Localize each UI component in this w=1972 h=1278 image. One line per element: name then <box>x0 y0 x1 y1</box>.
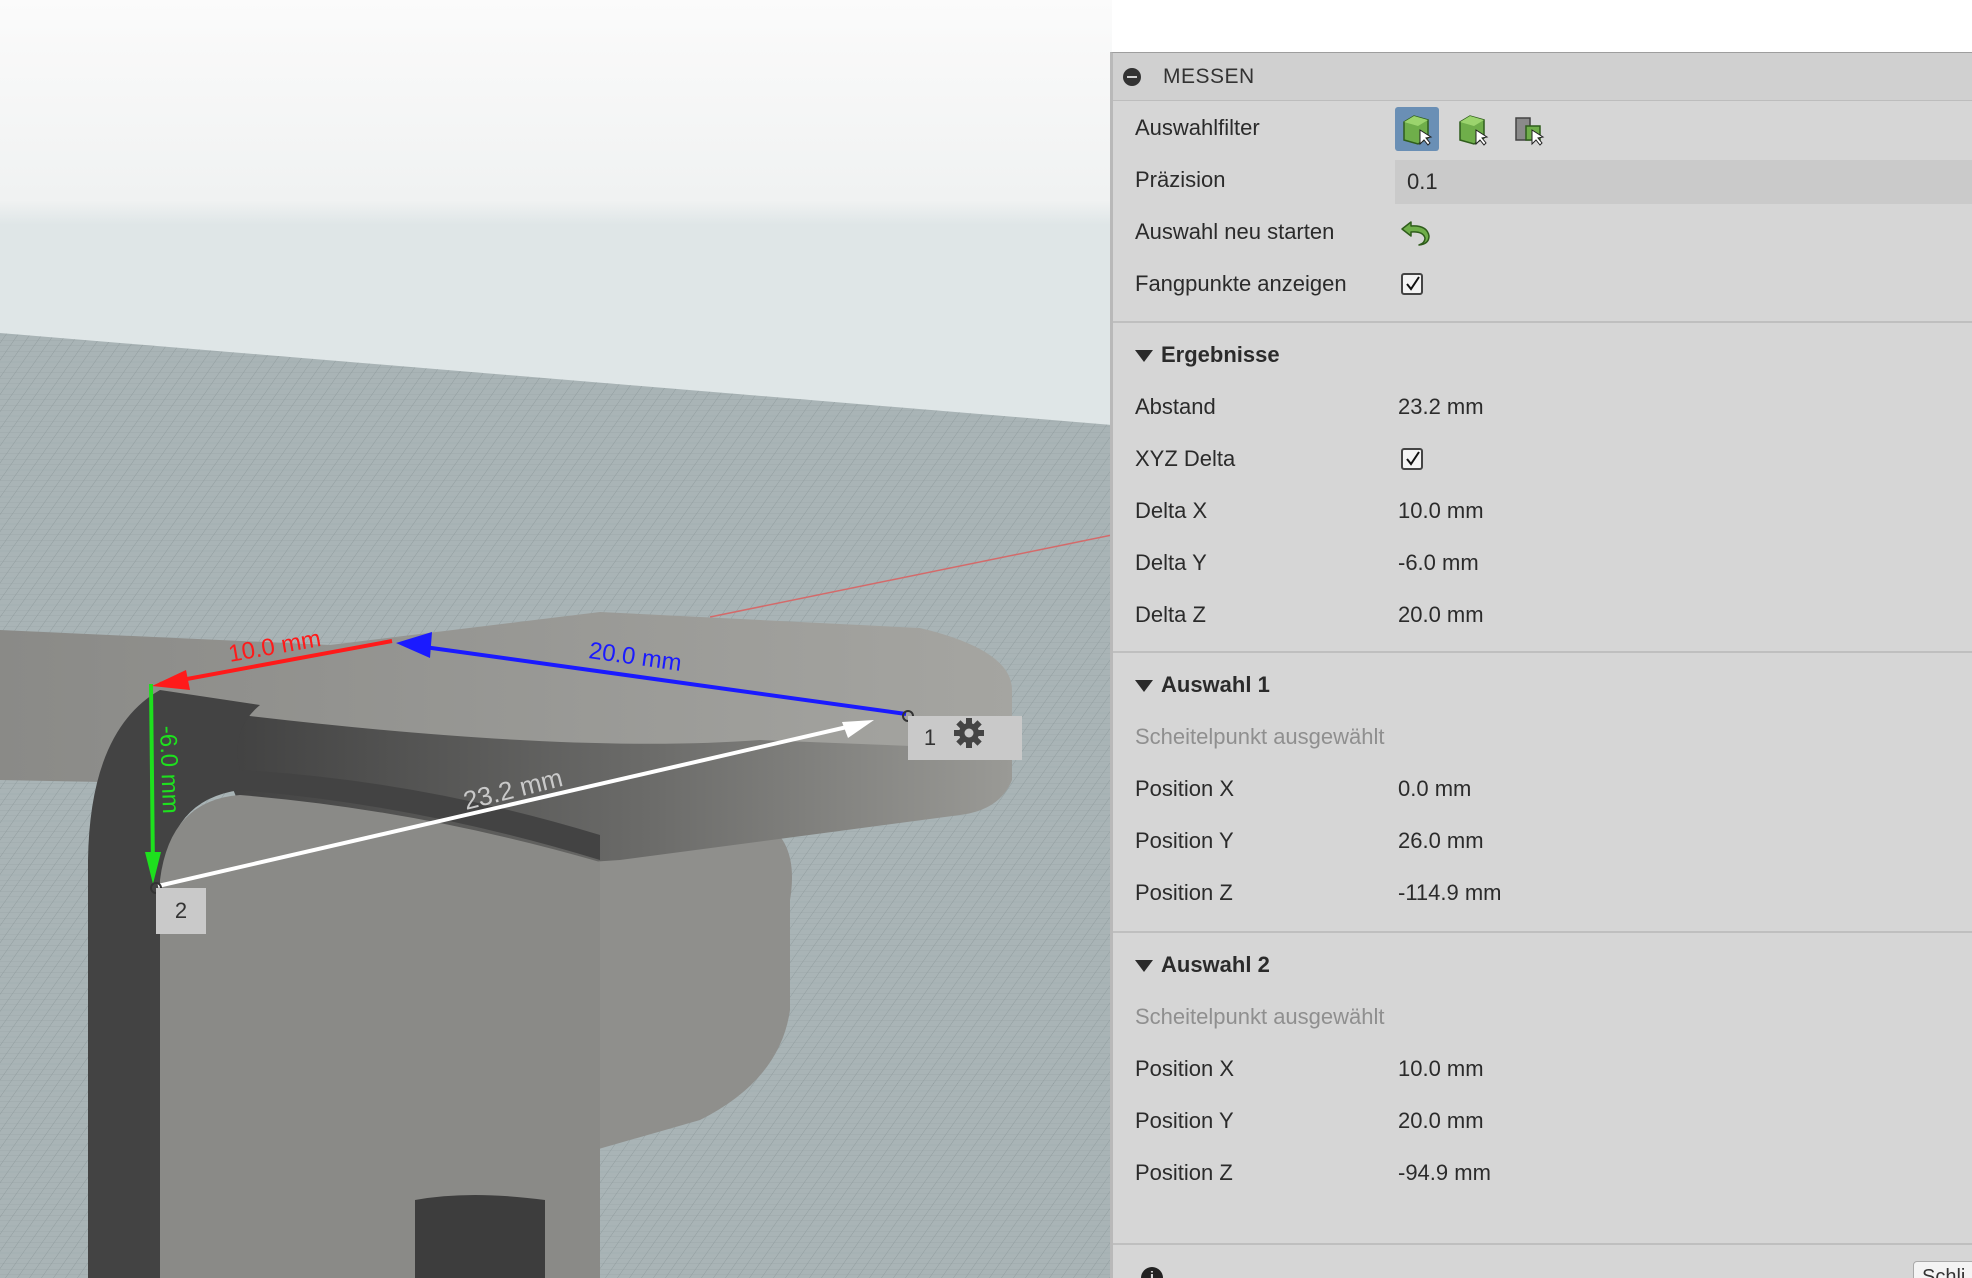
point-1-label: 1 <box>908 716 952 760</box>
delta-z-row: Delta Z 20.0 mm <box>1113 589 1972 641</box>
expand-triangle-icon <box>1135 350 1153 362</box>
distance-label: Abstand <box>1135 394 1216 419</box>
divider <box>1113 321 1972 323</box>
position-y-value: 20.0 mm <box>1398 1108 1484 1133</box>
results-heading: Ergebnisse <box>1161 342 1280 367</box>
position-x-value: 10.0 mm <box>1398 1056 1484 1081</box>
point-2-label: 2 <box>156 888 206 934</box>
model-body-shade <box>415 1195 545 1278</box>
gear-icon <box>954 718 984 748</box>
position-y-label: Position Y <box>1135 828 1234 853</box>
undo-arrow-icon[interactable] <box>1399 218 1431 248</box>
panel-title: MESSEN <box>1163 64 1255 88</box>
selection-filter-row: Auswahlfilter <box>1113 102 1972 154</box>
xyz-delta-label: XYZ Delta <box>1135 446 1236 471</box>
close-button[interactable]: Schli <box>1913 1261 1972 1278</box>
selection-1-status-row: Scheitelpunkt ausgewählt <box>1113 711 1972 763</box>
selection-1-pos-y-row: Position Y 26.0 mm <box>1113 815 1972 867</box>
selection-2-section-header[interactable]: Auswahl 2 <box>1113 939 1972 991</box>
expand-triangle-icon <box>1135 960 1153 972</box>
app-window: 10.0 mm 20.0 mm -6.0 mm 23.2 mm 1 2 MESS… <box>0 0 1972 1278</box>
selection-1-heading: Auswahl 1 <box>1161 672 1270 697</box>
selection-2-pos-x-row: Position X 10.0 mm <box>1113 1043 1972 1095</box>
results-section-header[interactable]: Ergebnisse <box>1113 329 1972 381</box>
3d-viewport[interactable]: 10.0 mm 20.0 mm -6.0 mm 23.2 mm 1 2 <box>0 0 1112 1278</box>
selection-2-status-row: Scheitelpunkt ausgewählt <box>1113 991 1972 1043</box>
position-z-label: Position Z <box>1135 1160 1233 1185</box>
position-z-value: -114.9 mm <box>1398 880 1502 905</box>
delta-y-text: -6.0 mm <box>154 725 184 814</box>
distance-row: Abstand 23.2 mm <box>1113 381 1972 433</box>
position-z-value: -94.9 mm <box>1398 1160 1491 1185</box>
info-icon[interactable]: i <box>1141 1267 1163 1278</box>
collapse-panel-icon[interactable] <box>1123 67 1141 86</box>
checkmark-icon <box>1406 451 1420 466</box>
selection-1-pos-x-row: Position X 0.0 mm <box>1113 763 1972 815</box>
xyz-delta-row: XYZ Delta <box>1113 433 1972 485</box>
reset-selection-label: Auswahl neu starten <box>1135 219 1335 244</box>
position-x-label: Position X <box>1135 1056 1235 1081</box>
snap-points-row: Fangpunkte anzeigen <box>1113 258 1972 310</box>
precision-row: Präzision 0.1 <box>1113 154 1972 206</box>
selection-2-pos-z-row: Position Z -94.9 mm <box>1113 1147 1972 1199</box>
position-x-value: 0.0 mm <box>1398 776 1472 801</box>
selection-1-pos-z-row: Position Z -114.9 mm <box>1113 867 1972 919</box>
select-face-icon <box>1403 115 1433 146</box>
selection-2-heading: Auswahl 2 <box>1161 952 1270 977</box>
filter-body-button[interactable] <box>1451 107 1495 151</box>
delta-y-line <box>149 683 155 871</box>
position-y-value: 26.0 mm <box>1398 828 1484 853</box>
viewport-canvas[interactable]: 10.0 mm 20.0 mm -6.0 mm 23.2 mm <box>0 0 1112 1278</box>
selection-2-status: Scheitelpunkt ausgewählt <box>1135 1004 1385 1029</box>
filter-component-button[interactable] <box>1507 107 1551 151</box>
distance-value: 23.2 mm <box>1398 394 1484 419</box>
position-z-label: Position Z <box>1135 880 1233 905</box>
delta-y-row: Delta Y -6.0 mm <box>1113 537 1972 589</box>
divider <box>1113 1243 1972 1245</box>
selection-filter-label: Auswahlfilter <box>1135 115 1260 140</box>
selection-2-pos-y-row: Position Y 20.0 mm <box>1113 1095 1972 1147</box>
divider <box>1113 651 1972 653</box>
delta-z-label: Delta Z <box>1135 602 1206 627</box>
delta-y-value: -6.0 mm <box>1398 550 1479 575</box>
panel-header: MESSEN <box>1113 53 1972 101</box>
expand-triangle-icon <box>1135 680 1153 692</box>
snap-points-label: Fangpunkte anzeigen <box>1135 271 1347 296</box>
position-x-label: Position X <box>1135 776 1235 801</box>
measure-settings-button[interactable] <box>952 716 1022 760</box>
selection-1-section-header[interactable]: Auswahl 1 <box>1113 659 1972 711</box>
position-y-label: Position Y <box>1135 1108 1234 1133</box>
select-component-icon <box>1515 117 1545 146</box>
precision-value: 0.1 <box>1407 169 1438 194</box>
divider <box>1113 931 1972 933</box>
delta-y-label: Delta Y <box>1135 550 1207 575</box>
delta-x-row: Delta X 10.0 mm <box>1113 485 1972 537</box>
xyz-delta-checkbox[interactable] <box>1401 448 1423 470</box>
precision-label: Präzision <box>1135 167 1226 192</box>
checkmark-icon <box>1406 276 1420 291</box>
measure-panel: MESSEN Auswahlfilter Präzision 0.1 Auswa… <box>1110 52 1972 1278</box>
selection-1-status: Scheitelpunkt ausgewählt <box>1135 724 1385 749</box>
reset-selection-row: Auswahl neu starten <box>1113 206 1972 258</box>
filter-face-button[interactable] <box>1395 107 1439 151</box>
delta-x-value: 10.0 mm <box>1398 498 1484 523</box>
precision-dropdown[interactable]: 0.1 <box>1395 160 1972 204</box>
snap-points-checkbox[interactable] <box>1401 273 1423 295</box>
delta-z-value: 20.0 mm <box>1398 602 1484 627</box>
select-body-icon <box>1459 115 1489 146</box>
delta-x-label: Delta X <box>1135 498 1208 523</box>
